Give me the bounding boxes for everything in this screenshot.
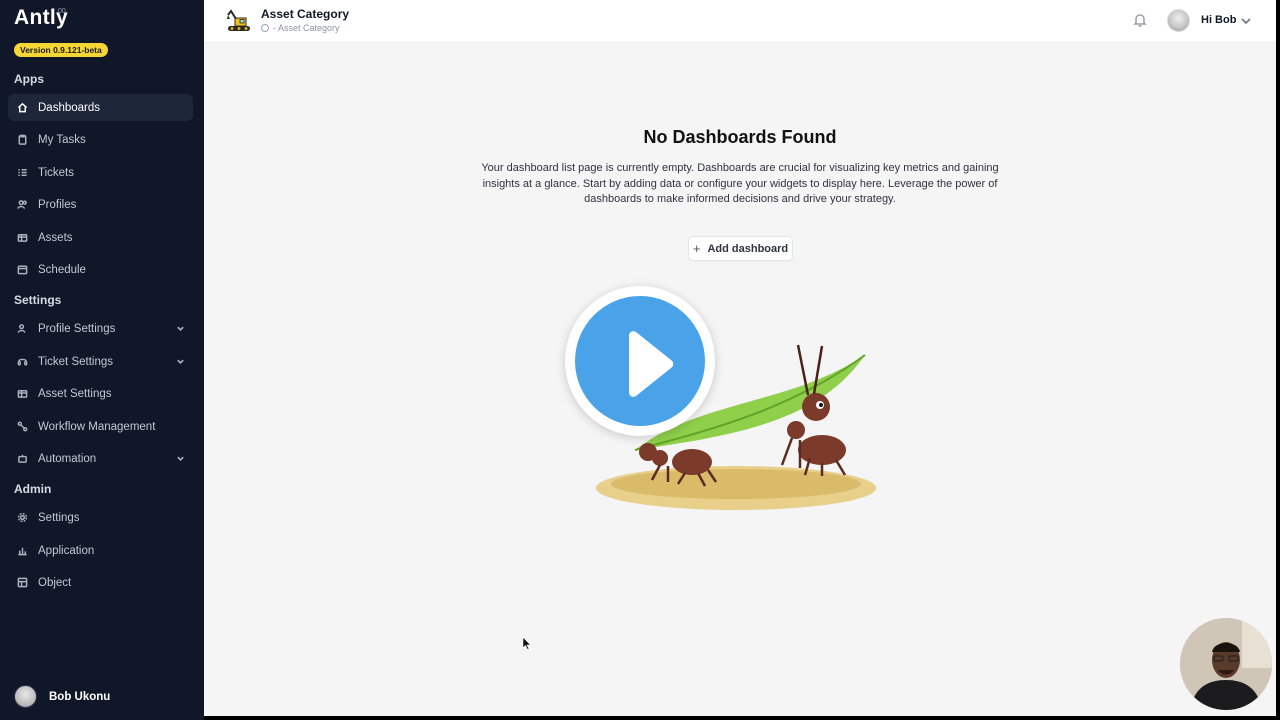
chart-icon — [16, 545, 28, 557]
empty-state-description: Your dashboard list page is currently em… — [481, 162, 999, 205]
section-title-apps: Apps — [14, 72, 44, 86]
sidebar-item-label: Profile Settings — [38, 322, 116, 335]
sidebar-item-ticket-settings[interactable]: Ticket Settings — [8, 348, 193, 375]
sidebar-item-asset-settings[interactable]: Asset Settings — [8, 380, 193, 407]
sidebar-item-workflow-management[interactable]: Workflow Management — [8, 413, 193, 440]
sidebar-item-schedule[interactable]: Schedule — [8, 256, 193, 283]
sidebar-item-my-tasks[interactable]: My Tasks — [8, 126, 193, 153]
table-icon — [16, 577, 28, 589]
user-cog-icon — [16, 323, 28, 335]
breadcrumb: - Asset Category — [261, 23, 340, 33]
sidebar-item-object[interactable]: Object — [8, 569, 193, 596]
webcam-overlay — [1180, 618, 1272, 710]
sidebar-item-dashboards[interactable]: Dashboards — [8, 94, 193, 121]
topbar: Asset Category - Asset Category Hi Bob — [204, 0, 1280, 43]
user-greeting[interactable]: Hi Bob — [1201, 14, 1236, 26]
video-play-button[interactable] — [565, 286, 715, 436]
sidebar-item-label: Object — [38, 576, 72, 589]
bell-icon[interactable] — [1132, 12, 1148, 28]
sidebar-item-label: Asset Settings — [38, 387, 112, 400]
users-icon — [16, 199, 28, 211]
sidebar-item-label: Tickets — [38, 166, 74, 179]
presenter-image — [1180, 618, 1272, 710]
sidebar-item-label: Ticket Settings — [38, 355, 113, 368]
screen-edge — [204, 716, 1280, 720]
list-icon — [16, 167, 28, 179]
sidebar-item-profile-settings[interactable]: Profile Settings — [8, 315, 193, 342]
home-circle-icon[interactable] — [261, 24, 269, 32]
avatar[interactable] — [1167, 9, 1190, 32]
user-name: Bob Ukonu — [49, 690, 111, 703]
sidebar-item-label: Application — [38, 544, 95, 557]
workflow-icon — [16, 421, 28, 433]
page-title: Asset Category — [261, 7, 350, 21]
gear-icon — [16, 512, 28, 524]
sidebar-item-tickets[interactable]: Tickets — [8, 159, 193, 186]
chevron-down-icon[interactable] — [176, 324, 185, 333]
section-title-admin: Admin — [14, 482, 52, 496]
add-dashboard-button[interactable]: + Add dashboard — [688, 236, 793, 261]
sidebar-item-label: Workflow Management — [38, 420, 156, 433]
section-title-settings: Settings — [14, 293, 62, 307]
chevron-down-icon[interactable] — [176, 357, 185, 366]
sidebar-item-label: Assets — [38, 231, 73, 244]
sidebar-item-label: Settings — [38, 511, 80, 524]
sidebar-item-application[interactable]: Application — [8, 537, 193, 564]
chevron-down-icon[interactable] — [1240, 14, 1252, 26]
empty-state-heading: No Dashboards Found — [643, 127, 837, 147]
sidebar-item-settings[interactable]: Settings — [8, 504, 193, 531]
play-icon — [629, 331, 674, 397]
sidebar-item-label: Automation — [38, 452, 97, 465]
calendar-icon — [16, 264, 28, 276]
avatar — [14, 685, 37, 708]
chevron-down-icon[interactable] — [176, 454, 185, 463]
sidebar-item-label: My Tasks — [38, 133, 86, 146]
sidebar-item-automation[interactable]: Automation — [8, 445, 193, 472]
add-dashboard-label: Add dashboard — [707, 242, 789, 255]
sidebar: Antly 00 Version 0.9.121-beta Apps Dashb… — [0, 0, 204, 720]
sidebar-item-label: Dashboards — [38, 101, 101, 114]
sidebar-item-assets[interactable]: Assets — [8, 224, 193, 251]
sidebar-user[interactable]: Bob Ukonu — [14, 685, 110, 708]
excavator-icon — [227, 9, 250, 31]
clipboard-icon — [16, 134, 28, 146]
sidebar-item-label: Profiles — [38, 198, 77, 211]
sidebar-item-profiles[interactable]: Profiles — [8, 191, 193, 218]
home-icon — [16, 102, 28, 114]
play-circle — [575, 296, 705, 426]
plus-icon: + — [692, 241, 701, 256]
version-badge: Version 0.9.121-beta — [14, 43, 108, 57]
logo-superscript: 00 — [58, 8, 66, 15]
box-icon — [16, 232, 28, 244]
breadcrumb-item[interactable]: - Asset Category — [273, 23, 340, 33]
headset-icon — [16, 356, 28, 368]
robot-icon — [16, 453, 28, 465]
box-cog-icon — [16, 388, 28, 400]
mouse-cursor-icon — [522, 636, 532, 650]
sidebar-item-label: Schedule — [38, 263, 86, 276]
screen-edge — [1276, 0, 1280, 720]
